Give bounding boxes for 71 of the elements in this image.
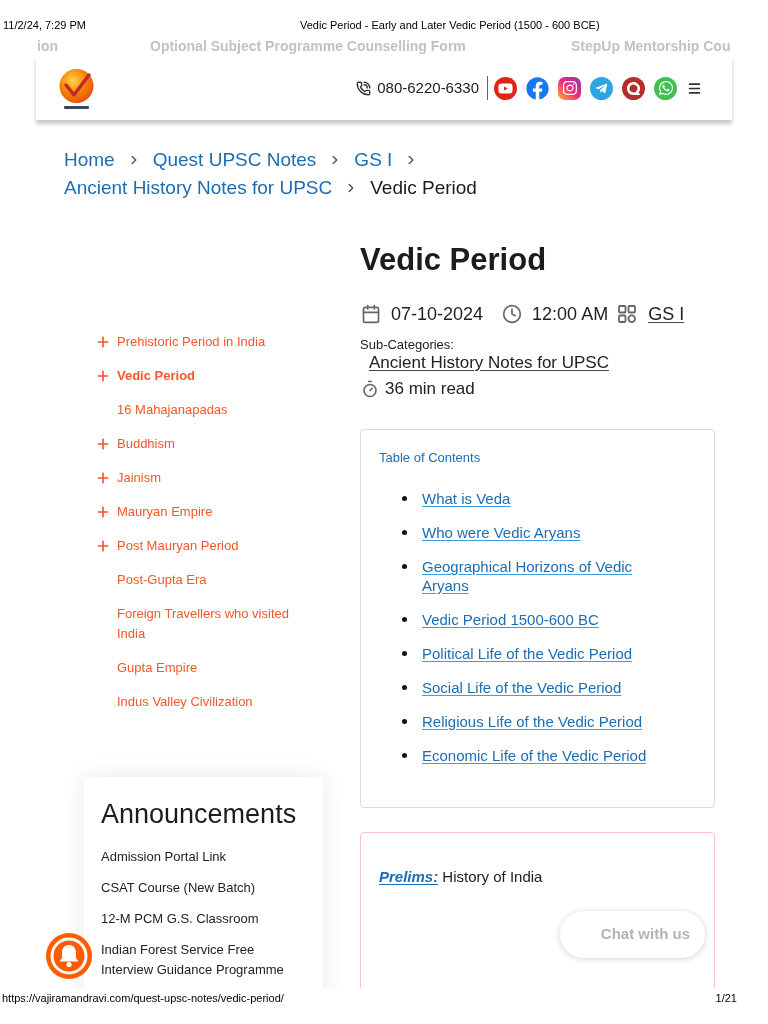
subcategories-label: Sub-Categories: <box>360 337 455 353</box>
announcement-link[interactable]: Admission Portal Link <box>101 847 306 867</box>
plus-icon[interactable] <box>95 436 111 452</box>
post-date: 07-10-2024 <box>391 302 484 326</box>
announcement-link[interactable]: 12-M PCM G.S. Classroom <box>101 909 306 929</box>
sidebar-link[interactable]: Jainism <box>96 468 340 488</box>
bullet-icon <box>402 564 407 569</box>
print-url: https://vajiramandravi.com/quest-upsc-notes/vedic-period/ <box>2 992 284 1005</box>
category-link[interactable]: GS I <box>648 300 685 328</box>
toc-link[interactable]: What is Veda <box>422 489 667 508</box>
telegram-icon[interactable] <box>590 76 613 100</box>
bullet-icon <box>402 496 407 501</box>
toc-link[interactable]: Who were Vedic Aryans <box>422 523 667 542</box>
bullet-icon <box>402 617 407 622</box>
read-time: 36 min read <box>385 378 475 401</box>
plus-icon[interactable] <box>95 470 111 486</box>
sidebar-link[interactable]: Mauryan Empire <box>96 502 340 522</box>
breadcrumb-link[interactable]: Ancient History Notes for UPSC <box>64 174 333 202</box>
menu-icon[interactable] <box>687 80 702 96</box>
sidebar-link[interactable]: Prehistoric Period in India <box>96 332 340 352</box>
toc-link[interactable]: Vedic Period 1500-600 BC <box>422 610 667 629</box>
plus-icon[interactable] <box>95 334 111 350</box>
breadcrumb-link[interactable]: GS I <box>354 146 393 174</box>
sidebar-link[interactable]: Post Mauryan Period <box>96 536 340 556</box>
grid-icon <box>618 305 637 323</box>
announcements-title: Announcements <box>101 798 298 831</box>
toc-title: Table of Contents <box>379 449 482 467</box>
post-time: 12:00 AM <box>532 302 609 326</box>
toc-link[interactable]: Religious Life of the Vedic Period <box>422 712 667 731</box>
toc-link[interactable]: Geographical Horizons of Vedic Aryans <box>422 557 667 595</box>
prelims-link[interactable]: Prelims: <box>379 868 439 885</box>
breadcrumb-current: Vedic Period <box>370 176 477 200</box>
sidebar-link[interactable]: Vedic Period <box>96 366 340 386</box>
print-date: 11/2/24, 7:29 PM <box>3 19 86 32</box>
bell-icon[interactable] <box>46 933 92 979</box>
phone-icon <box>356 80 372 96</box>
sidebar-link[interactable]: Indus Valley Civilization <box>96 692 340 712</box>
subcategory-link[interactable]: Ancient History Notes for UPSC <box>369 353 609 372</box>
print-title: Vedic Period - Early and Later Vedic Period (1500 - 600 BCE) <box>299 19 600 32</box>
sidebar-link[interactable]: Buddhism <box>96 434 340 454</box>
quora-icon[interactable] <box>622 76 645 100</box>
bullet-icon <box>402 719 407 724</box>
facebook-icon[interactable] <box>526 76 549 100</box>
announcement-link[interactable]: CSAT Course (New Batch) <box>101 878 306 898</box>
phone-number[interactable]: 080-6220-6330 <box>377 76 479 100</box>
announcement-link[interactable]: Indian Forest Service Free Interview Guidance Programme <box>101 940 306 980</box>
toc-link[interactable]: Social Life of the Vedic Period <box>422 678 667 697</box>
toc-link[interactable]: Political Life of the Vedic Period <box>422 644 667 663</box>
youtube-icon[interactable] <box>494 76 517 100</box>
sidebar-link[interactable]: 16 Mahajanapadas <box>96 400 340 420</box>
plus-icon[interactable] <box>95 504 111 520</box>
instagram-icon[interactable] <box>558 76 581 100</box>
article-title: Vedic Period <box>360 241 548 279</box>
sidebar-link[interactable]: Foreign Travellers who visited India <box>96 604 340 644</box>
plus-icon[interactable] <box>95 368 111 384</box>
prelims-line: Prelims: History of India <box>379 867 544 887</box>
bullet-icon <box>402 685 407 690</box>
page-number: 1/21 <box>715 992 737 1005</box>
breadcrumb-link[interactable]: Quest UPSC Notes <box>152 146 317 174</box>
sidebar-link[interactable]: Post-Gupta Era <box>96 570 340 590</box>
whatsapp-icon[interactable] <box>654 76 677 100</box>
bullet-icon <box>402 651 407 656</box>
clock-icon <box>502 304 523 324</box>
sidebar-link[interactable]: Gupta Empire <box>96 658 340 678</box>
bullet-icon <box>402 530 407 535</box>
toc-link[interactable]: Economic Life of the Vedic Period <box>422 746 667 765</box>
plus-icon[interactable] <box>95 538 111 554</box>
breadcrumb-link[interactable]: Home <box>64 146 115 174</box>
bullet-icon <box>402 753 407 758</box>
stopwatch-icon <box>361 380 379 398</box>
calendar-icon <box>361 304 381 324</box>
